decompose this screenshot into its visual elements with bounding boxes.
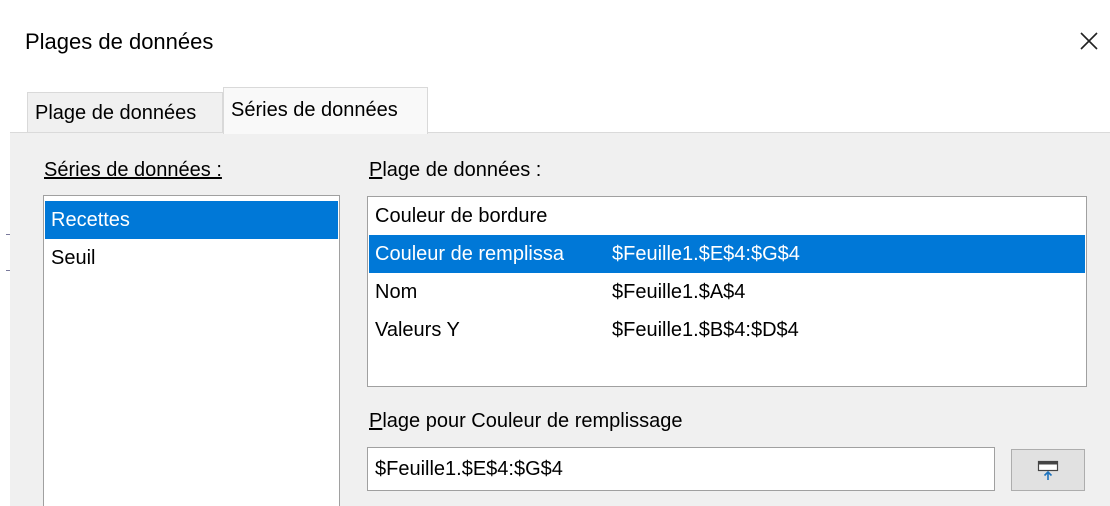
tab-data-range[interactable]: Plage de données: [27, 92, 223, 132]
range-role-name: Nom: [375, 281, 418, 303]
data-range-list-label: Plage de données :: [369, 157, 541, 183]
select-range-button[interactable]: [1011, 449, 1085, 491]
mnemonic-letter: P: [369, 410, 383, 432]
mnemonic-letter: P: [369, 159, 383, 181]
series-list[interactable]: Recettes Seuil: [43, 195, 340, 506]
range-input[interactable]: [367, 447, 995, 491]
range-row-name[interactable]: Nom $Feuille1.$A$4: [369, 273, 1085, 311]
range-role-name: Valeurs Y: [375, 319, 460, 341]
range-role-value: $Feuille1.$A$4: [612, 281, 746, 303]
tab-data-series[interactable]: Séries de données: [223, 87, 428, 134]
range-role-name: Couleur de bordure: [375, 205, 548, 227]
close-button[interactable]: [1072, 24, 1106, 58]
range-role-value: $Feuille1.$B$4:$D$4: [612, 319, 799, 341]
label-text: lage de données :: [382, 159, 542, 181]
range-row-border-color[interactable]: Couleur de bordure: [369, 197, 1085, 235]
range-row-fill-color[interactable]: Couleur de remplissa $Feuille1.$E$4:$G$4: [369, 235, 1085, 273]
background-sheet-edge: [0, 0, 10, 506]
range-for-label: Plage pour Couleur de remplissage: [369, 408, 683, 434]
data-range-list[interactable]: Couleur de bordure Couleur de remplissa …: [367, 196, 1087, 387]
shrink-dialog-icon: [1037, 460, 1059, 480]
dialog-title: Plages de données: [25, 29, 214, 54]
series-item-recettes[interactable]: Recettes: [45, 201, 338, 239]
series-list-label: Séries de données :: [44, 159, 222, 181]
range-role-name: Couleur de remplissa: [375, 243, 564, 265]
series-item-seuil[interactable]: Seuil: [45, 239, 338, 277]
label-text: lage pour Couleur de remplissage: [382, 410, 683, 432]
range-row-y-values[interactable]: Valeurs Y $Feuille1.$B$4:$D$4: [369, 311, 1085, 349]
range-role-value: $Feuille1.$E$4:$G$4: [612, 243, 800, 265]
close-icon: [1080, 32, 1098, 50]
